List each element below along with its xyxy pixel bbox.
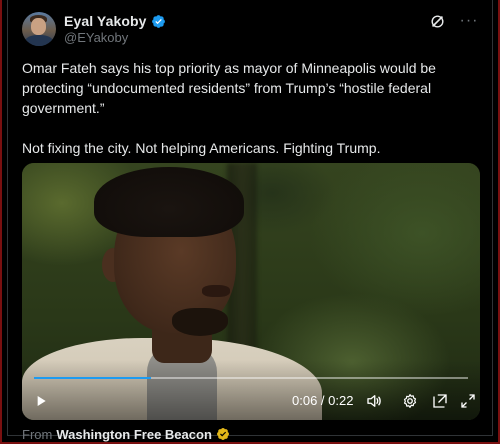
source-name-link[interactable]: Washington Free Beacon (56, 427, 212, 442)
more-options-icon[interactable]: ··· (460, 12, 478, 30)
page: Eyal Yakoby @EYakoby ··· Omar Fateh says… (0, 0, 500, 444)
avatar[interactable] (22, 12, 56, 46)
play-icon[interactable] (32, 392, 50, 410)
fullscreen-icon[interactable] (458, 391, 478, 411)
post-text: Omar Fateh says his top priority as mayo… (22, 58, 486, 158)
verified-badge-icon (151, 14, 166, 29)
author-display-name[interactable]: Eyal Yakoby (64, 13, 147, 29)
author-row: Eyal Yakoby (64, 12, 166, 30)
grok-icon[interactable] (428, 12, 446, 30)
video-source: From Washington Free Beacon (22, 426, 230, 442)
video-progress-fill (34, 377, 152, 379)
post-text-paragraph-2: Not fixing the city. Not helping America… (22, 140, 381, 156)
source-from-label: From (22, 426, 53, 442)
post-card[interactable]: Eyal Yakoby @EYakoby ··· Omar Fateh says… (7, 0, 493, 442)
settings-icon[interactable] (400, 391, 420, 411)
post-actions: ··· (428, 12, 478, 30)
video-time: 0:06 / 0:22 (292, 393, 354, 408)
video-player[interactable]: 0:06 / 0:22 (22, 163, 480, 420)
volume-icon[interactable] (364, 391, 384, 411)
video-controls: 0:06 / 0:22 (22, 389, 480, 413)
post-text-paragraph-1: Omar Fateh says his top priority as mayo… (22, 60, 436, 116)
video-progress-bar[interactable] (34, 377, 468, 379)
gold-verified-badge-icon (216, 427, 230, 441)
author-handle[interactable]: @EYakoby (64, 30, 128, 45)
pop-out-icon[interactable] (430, 391, 450, 411)
